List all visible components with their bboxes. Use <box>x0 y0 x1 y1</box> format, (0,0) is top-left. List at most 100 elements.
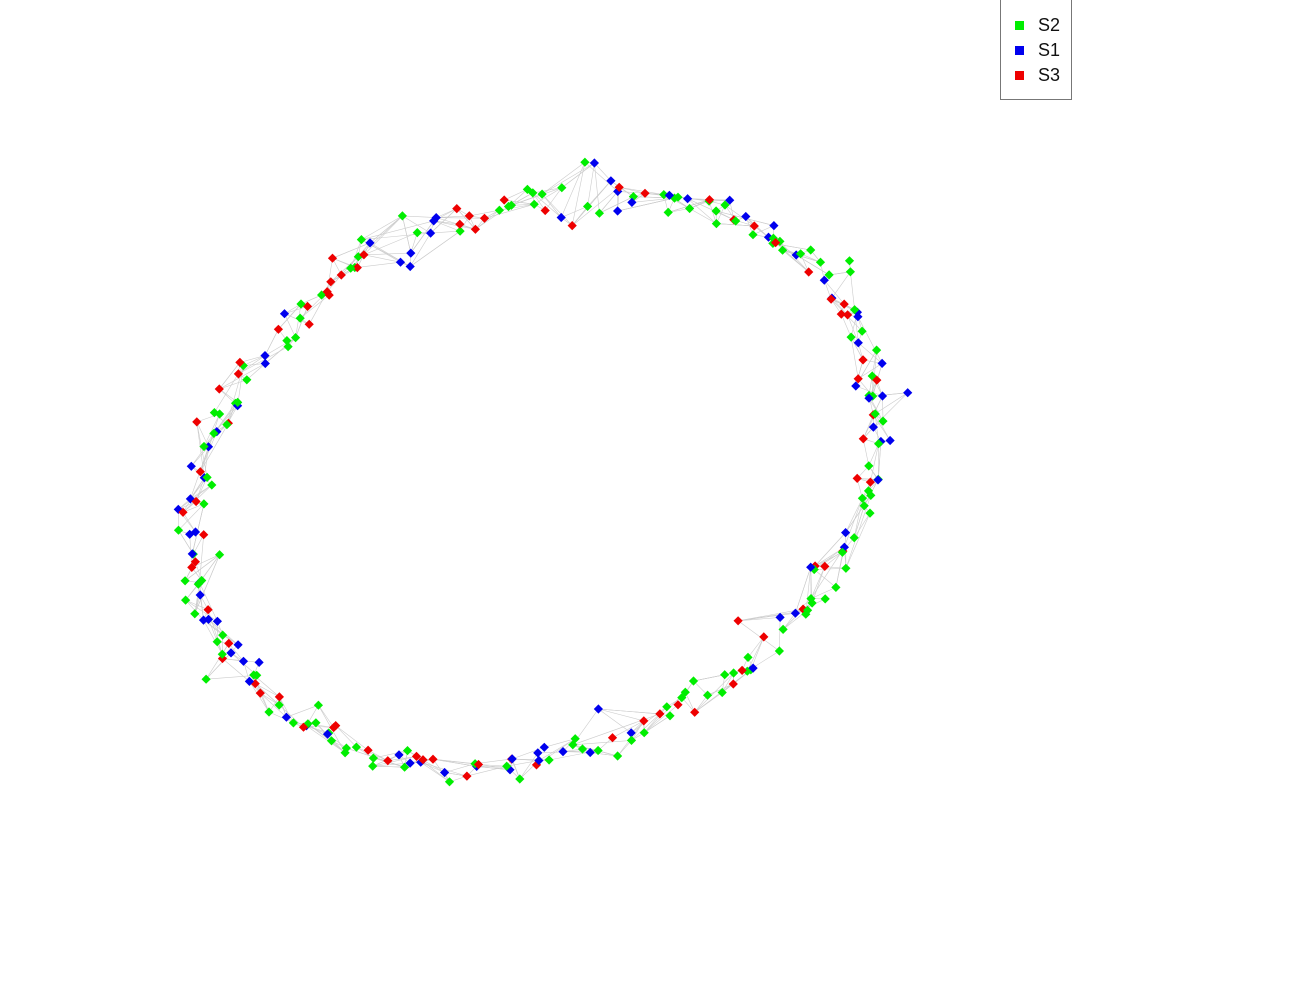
graph-node-s1 <box>593 704 603 714</box>
graph-edge <box>541 162 595 195</box>
graph-node-s1 <box>405 261 415 272</box>
graph-node-s3 <box>274 692 284 702</box>
graph-node-s1 <box>877 358 887 368</box>
graph-edge <box>873 392 908 428</box>
graph-node-s2 <box>820 594 830 604</box>
graph-edge <box>584 161 618 192</box>
graph-node-s2 <box>743 652 753 662</box>
graph-edge <box>286 704 319 718</box>
graph-node-s2 <box>529 199 539 209</box>
graph-nodes <box>173 157 913 787</box>
graph-node-s2 <box>180 576 190 586</box>
graph-node-s3 <box>836 309 846 319</box>
graph-edge <box>747 636 765 658</box>
graph-node-s2 <box>774 646 784 656</box>
graph-edge <box>631 713 661 741</box>
graph-edge <box>265 337 296 364</box>
network-graph <box>173 157 913 787</box>
graph-node-s1 <box>187 549 197 559</box>
graph-edge <box>571 162 586 226</box>
graph-node-s3 <box>640 188 650 198</box>
legend-label-s1: S1 <box>1038 39 1061 60</box>
legend-swatch-s3 <box>1015 70 1024 80</box>
graph-edge <box>430 230 461 234</box>
graph-edge <box>420 761 445 773</box>
graph-edge <box>402 215 437 218</box>
graph-node-s1 <box>613 206 623 216</box>
graph-edge <box>436 217 485 219</box>
graph-node-s1 <box>769 221 779 231</box>
graph-node-s1 <box>539 742 549 752</box>
legend-swatch-s1 <box>1015 45 1024 55</box>
graph-edge <box>737 620 780 652</box>
graph-edge <box>779 617 781 652</box>
graph-edge <box>831 271 851 299</box>
graph-node-s2 <box>212 637 222 647</box>
graph-node-s2 <box>663 207 673 217</box>
graph-node-s2 <box>313 700 323 710</box>
graph-node-s1 <box>885 435 895 446</box>
graph-node-s3 <box>733 616 743 626</box>
graph-node-s2 <box>594 208 604 218</box>
graph-node-s1 <box>406 248 416 258</box>
graph-node-s2 <box>412 228 422 238</box>
graph-node-s2 <box>288 718 298 728</box>
graph-node-s3 <box>759 632 769 642</box>
graph-edge <box>644 704 679 733</box>
legend-swatch-s2 <box>1015 20 1024 30</box>
graph-edge <box>284 313 296 338</box>
graph-node-s2 <box>291 333 301 343</box>
graph-node-s2 <box>356 235 366 245</box>
graph-edge <box>694 672 734 713</box>
graph-edge <box>850 271 855 310</box>
graph-edge <box>868 443 879 467</box>
graph-edge <box>361 220 434 240</box>
graph-edge <box>444 763 476 773</box>
graph-node-s2 <box>368 761 378 771</box>
graph-node-s3 <box>704 195 715 205</box>
graph-edge <box>631 197 675 203</box>
graph-edge <box>814 552 843 567</box>
graph-node-s2 <box>215 550 225 560</box>
graph-edge <box>724 204 755 227</box>
graph-edge <box>363 215 403 256</box>
graph-edge <box>598 708 632 734</box>
graph-node-s2 <box>665 711 675 721</box>
graph-edge <box>504 189 528 201</box>
graph-node-s2 <box>845 267 855 277</box>
legend-item-s2: S2 <box>1015 13 1060 37</box>
graph-edge <box>845 512 871 569</box>
graph-node-s1 <box>238 656 249 666</box>
graph-edge <box>572 187 620 226</box>
legend-label-s2: S2 <box>1038 14 1061 35</box>
legend-item-s1: S1 <box>1015 38 1060 62</box>
graph-edge <box>203 402 238 447</box>
graph-node-s3 <box>383 756 393 766</box>
graph-edge <box>857 316 883 364</box>
graph-edge <box>402 215 412 254</box>
graph-node-s3 <box>192 417 202 427</box>
graph-node-s2 <box>815 257 826 267</box>
graph-edge <box>335 725 369 751</box>
graph-node-s2 <box>778 245 788 255</box>
graph-node-s2 <box>865 508 875 518</box>
graph-node-s3 <box>455 219 465 229</box>
graph-node-s3 <box>858 355 868 365</box>
graph-node-s2 <box>844 256 855 266</box>
graph-edge <box>369 215 403 244</box>
graph-edge <box>318 705 334 728</box>
graph-node-s3 <box>820 561 830 571</box>
graph-node-s3 <box>199 530 209 540</box>
graph-edge <box>372 765 405 768</box>
graph-node-s3 <box>479 213 490 223</box>
graph-node-s2 <box>264 707 274 717</box>
graph-node-s3 <box>858 434 868 444</box>
graph-node-s2 <box>831 582 841 592</box>
graph-node-s1 <box>853 338 863 348</box>
graph-edge <box>863 438 870 466</box>
graph-node-s3 <box>327 253 338 263</box>
graph-edge <box>571 180 612 226</box>
graph-node-s2 <box>685 203 695 214</box>
graph-node-s2 <box>711 219 721 229</box>
graph-edge <box>363 254 401 263</box>
